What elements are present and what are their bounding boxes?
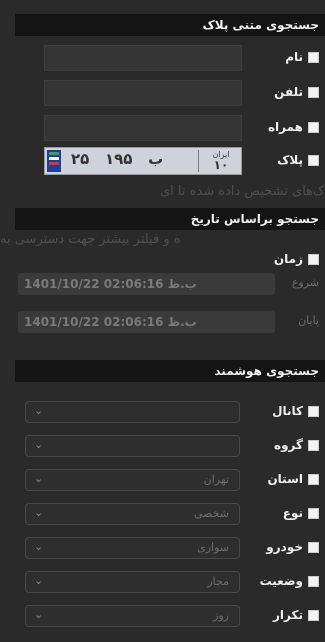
type-label: نوع [282,506,303,520]
type-row: نوع ⌄ شخصی [0,500,325,528]
province-checkbox[interactable] [308,474,319,485]
channel-label: کانال [272,404,303,418]
vehicle-checkbox[interactable] [308,542,319,553]
channel-select[interactable]: ⌄ [25,401,240,423]
overlay-text-2: ه و فیلتر بیشتر جهت دسترسی به [0,232,181,247]
mobile-checkbox[interactable] [308,122,319,133]
smart-search-header: جستجوی هوشمند [15,360,325,382]
province-row: استان ⌄ تهران [0,466,325,494]
group-checkbox[interactable] [308,440,319,451]
chevron-down-icon: ⌄ [34,472,44,485]
province-label: استان [267,472,303,486]
plate-number-text: ۲۵ ب ۱۹۵ [71,150,164,168]
channel-row: کانال ⌄ [0,398,325,426]
repeat-checkbox[interactable] [308,610,319,621]
time-checkbox[interactable] [308,254,319,265]
chevron-down-icon: ⌄ [34,540,44,553]
plate-input[interactable]: ۲۵ ب ۱۹۵ ایران ۱۰ [44,147,242,175]
vehicle-row: خودرو ⌄ سواری [0,534,325,562]
plate-label: پلاک [277,153,303,167]
repeat-select[interactable]: ⌄ روز [25,605,240,627]
time-row: زمان [0,246,325,274]
group-select[interactable]: ⌄ [25,435,240,457]
status-label: وضعیت [259,574,303,588]
group-label: گروه [274,438,303,452]
end-label: پایان [298,314,319,327]
chevron-down-icon: ⌄ [34,438,44,451]
chevron-down-icon: ⌄ [34,506,44,519]
mobile-label: همراه [267,120,303,134]
name-input[interactable] [44,45,242,71]
mobile-input[interactable] [44,115,242,141]
status-select[interactable]: ⌄ مجاز [25,571,240,593]
start-label: شروع [291,276,319,289]
name-checkbox[interactable] [308,52,319,63]
status-row: وضعیت ⌄ مجاز [0,568,325,596]
plate-checkbox[interactable] [308,155,319,166]
status-checkbox[interactable] [308,576,319,587]
date-search-header: جستجو براساس تاریخ [15,208,325,230]
plate-search-header: جستجوی متنی پلاک [15,14,325,36]
repeat-row: تکرار ⌄ روز [0,602,325,630]
phone-label: تلفن [274,85,303,99]
vehicle-label: خودرو [266,540,303,554]
end-datetime-input[interactable]: ب.ظ 02:06:16 1401/10/22 [18,311,275,333]
time-label: زمان [273,252,303,266]
iran-flag-icon [47,150,61,172]
start-datetime-input[interactable]: ب.ظ 02:06:16 1401/10/22 [18,273,275,295]
repeat-label: تکرار [273,608,303,622]
name-label: نام [285,50,303,64]
chevron-down-icon: ⌄ [34,404,44,417]
channel-checkbox[interactable] [308,406,319,417]
name-row: نام [0,44,325,72]
mobile-row: همراه [0,114,325,142]
type-checkbox[interactable] [308,508,319,519]
group-row: گروه ⌄ [0,432,325,460]
vehicle-select[interactable]: ⌄ سواری [25,537,240,559]
chevron-down-icon: ⌄ [34,608,44,621]
phone-row: تلفن [0,79,325,107]
chevron-down-icon: ⌄ [34,574,44,587]
phone-input[interactable] [44,80,242,106]
overlay-text-1: پلاک‌های تشخیص داده شده تا ای [160,184,325,199]
phone-checkbox[interactable] [308,87,319,98]
province-select[interactable]: ⌄ تهران [25,469,240,491]
plate-province: ایران ۱۰ [212,150,230,172]
type-select[interactable]: ⌄ شخصی [25,503,240,525]
